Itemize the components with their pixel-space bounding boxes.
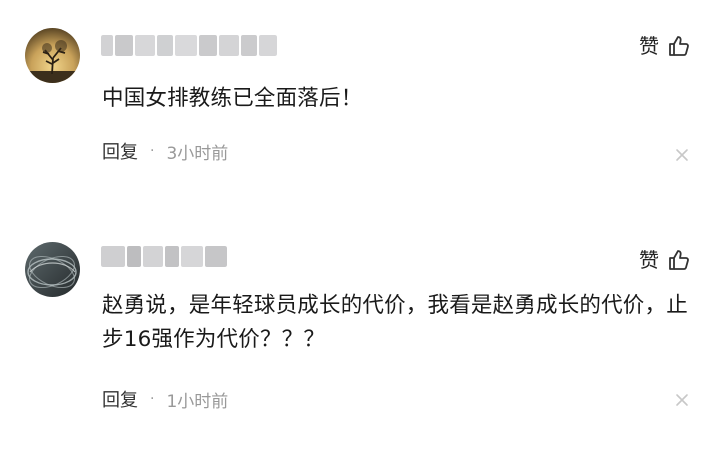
like-label: 赞 [639, 34, 659, 58]
timestamp: 3小时前 [166, 143, 229, 164]
thumbs-up-icon [669, 250, 689, 270]
username[interactable] [101, 35, 277, 56]
reply-button[interactable]: 回复 [102, 386, 138, 412]
like-button[interactable]: 赞 [639, 246, 691, 274]
like-button[interactable]: 赞 [639, 32, 691, 60]
comment-item: 赞 中国女排教练已全面落后！ 回复 · 3小时前 [0, 0, 719, 230]
reply-button[interactable]: 回复 [102, 138, 138, 164]
avatar-image [25, 242, 80, 297]
comment-meta: 回复 · 3小时前 [102, 137, 228, 165]
like-label: 赞 [639, 248, 659, 272]
username[interactable] [101, 246, 227, 267]
close-icon[interactable] [675, 148, 689, 162]
avatar[interactable] [25, 28, 80, 83]
timestamp: 1小时前 [166, 391, 229, 412]
close-icon[interactable] [675, 393, 689, 407]
meta-separator: · [150, 143, 155, 159]
meta-separator: · [150, 391, 155, 407]
comment-item: 赞 赵勇说，是年轻球员成长的代价，我看是赵勇成长的代价，止步16强作为代价？？？… [0, 230, 719, 471]
thumbs-up-icon [669, 36, 689, 56]
comment-meta: 回复 · 1小时前 [102, 385, 228, 413]
avatar[interactable] [25, 242, 80, 297]
comment-text: 中国女排教练已全面落后！ [102, 86, 363, 111]
comment-text: 赵勇说，是年轻球员成长的代价，我看是赵勇成长的代价，止步16强作为代价？？？ [102, 293, 688, 352]
avatar-image [25, 28, 80, 83]
